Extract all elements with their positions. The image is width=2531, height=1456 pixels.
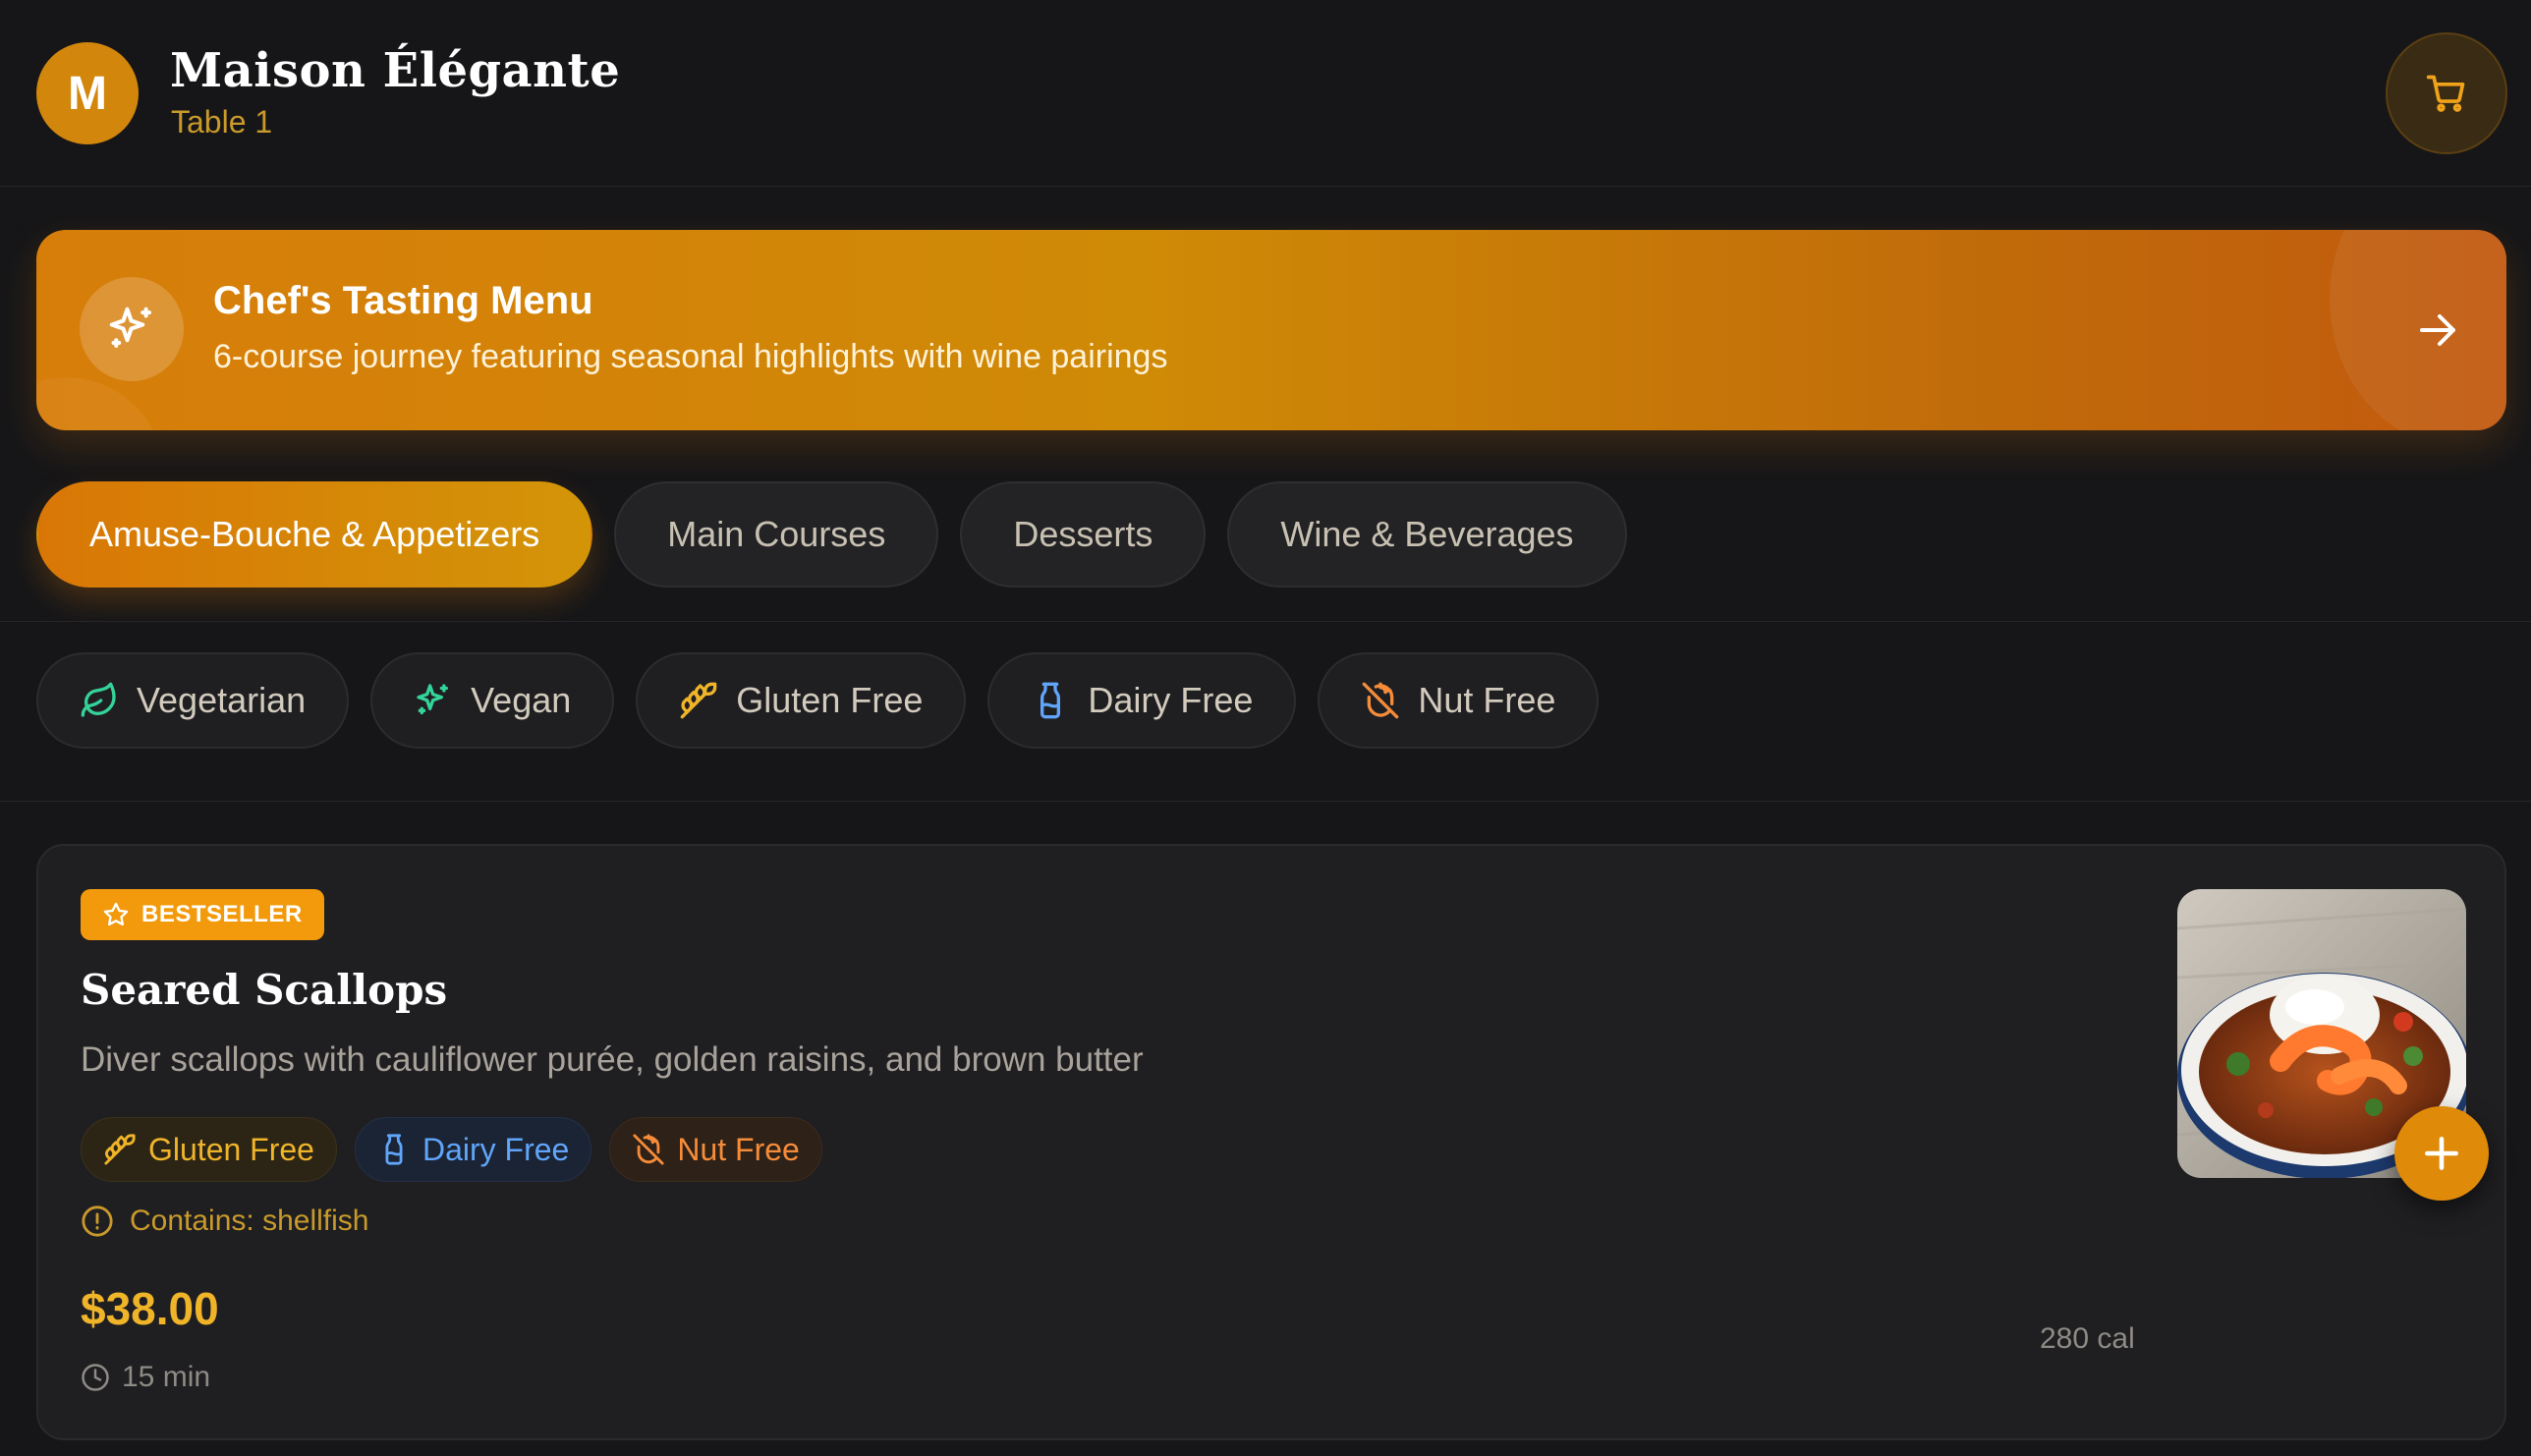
allergen-text: Contains: shellfish <box>130 1204 369 1237</box>
star-icon <box>103 902 129 926</box>
filter-label: Nut Free <box>1418 680 1556 720</box>
dish-description: Diver scallops with cauliflower purée, g… <box>81 1040 1144 1079</box>
tag-dairy-free: Dairy Free <box>354 1117 592 1182</box>
arrow-right-icon <box>2420 314 2455 346</box>
tab-main-courses[interactable]: Main Courses <box>614 481 939 588</box>
tab-desserts[interactable]: Desserts <box>960 481 1207 588</box>
restaurant-logo: M <box>36 42 139 144</box>
menu-page: M Maison Élégante Table 1 Chef's Tasting… <box>0 0 2531 1456</box>
tag-label: Gluten Free <box>148 1131 314 1167</box>
add-to-cart-button[interactable] <box>2394 1106 2489 1201</box>
banner-icon-circle <box>80 277 184 381</box>
tag-label: Nut Free <box>677 1131 800 1167</box>
sparkles-icon <box>417 684 449 715</box>
banner-subtitle: 6-course journey featuring seasonal high… <box>213 338 1168 375</box>
calories: 280 cal <box>2040 1322 2135 1355</box>
alert-circle-icon <box>82 1205 113 1237</box>
dish-price: $38.00 <box>81 1283 219 1334</box>
prep-time: 15 min <box>81 1361 210 1394</box>
leaf-icon <box>81 682 116 717</box>
dish-card[interactable]: BESTSELLER Seared Scallops Diver scallop… <box>36 844 2506 1440</box>
cart-button[interactable] <box>2386 32 2507 154</box>
tab-amuse-bouche-appetizers[interactable]: Amuse-Bouche & Appetizers <box>36 481 593 588</box>
table-label: Table 1 <box>171 104 273 140</box>
filter-label: Gluten Free <box>736 680 924 720</box>
divider <box>0 801 2531 802</box>
filter-label: Vegan <box>471 680 572 720</box>
category-tabs: Amuse-Bouche & Appetizers Main Courses D… <box>36 481 1627 589</box>
filter-gluten-free[interactable]: Gluten Free <box>636 652 967 749</box>
wheat-icon <box>680 682 717 719</box>
chef-tasting-menu-banner[interactable]: Chef's Tasting Menu 6-course journey fea… <box>36 230 2506 430</box>
filter-label: Vegetarian <box>137 680 307 720</box>
nut-off-icon <box>633 1134 664 1165</box>
filter-nut-free[interactable]: Nut Free <box>1318 652 1600 749</box>
tag-nut-free: Nut Free <box>609 1117 822 1182</box>
filter-label: Dairy Free <box>1088 680 1254 720</box>
restaurant-name: Maison Élégante <box>170 43 621 98</box>
filter-vegetarian[interactable]: Vegetarian <box>36 652 350 749</box>
filter-vegan[interactable]: Vegan <box>370 652 615 749</box>
badge-label: BESTSELLER <box>141 901 303 927</box>
clock-icon <box>82 1364 109 1391</box>
tab-wine-beverages[interactable]: Wine & Beverages <box>1227 481 1627 588</box>
wheat-icon <box>104 1134 136 1165</box>
allergen-warning: Contains: shellfish <box>81 1204 368 1238</box>
nut-off-icon <box>1363 682 1399 719</box>
tag-gluten-free: Gluten Free <box>81 1117 337 1182</box>
milk-icon <box>1041 682 1061 719</box>
dish-tags: Gluten Free Dairy Free Nut Free <box>81 1117 822 1182</box>
dietary-filters: Vegetarian Vegan Gluten Free Dairy Free … <box>36 652 1600 749</box>
filter-dairy-free[interactable]: Dairy Free <box>987 652 1297 749</box>
banner-title: Chef's Tasting Menu <box>213 279 593 322</box>
prep-time-text: 15 min <box>122 1361 211 1393</box>
bestseller-badge: BESTSELLER <box>81 889 324 940</box>
header: M Maison Élégante Table 1 <box>0 0 2531 187</box>
plus-icon <box>2425 1137 2458 1170</box>
milk-icon <box>385 1134 403 1165</box>
sparkles-icon <box>109 307 152 348</box>
banner-decoration <box>36 377 164 430</box>
divider <box>0 621 2531 622</box>
dish-name: Seared Scallops <box>81 966 448 1014</box>
tag-label: Dairy Free <box>422 1131 570 1167</box>
cart-icon <box>2426 75 2465 112</box>
